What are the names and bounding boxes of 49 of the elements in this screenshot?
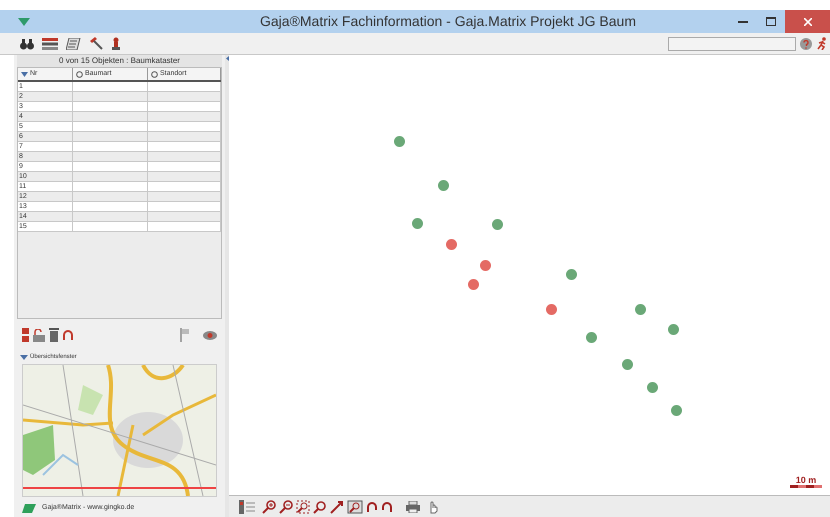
layers-icon[interactable]	[42, 38, 58, 50]
close-button[interactable]	[785, 10, 830, 33]
eye-icon[interactable]	[203, 330, 217, 340]
flag-icon[interactable]	[180, 328, 190, 342]
binoculars-icon[interactable]	[20, 38, 34, 50]
zoom-extent-icon[interactable]	[347, 500, 363, 514]
search-field[interactable]	[668, 36, 796, 50]
tree-point[interactable]	[586, 332, 596, 342]
collapse-arrow-icon[interactable]	[226, 56, 228, 61]
minimize-icon	[738, 20, 748, 22]
zoom-pan-icon[interactable]	[313, 500, 327, 514]
printer-icon[interactable]	[406, 500, 420, 512]
help-icon[interactable]	[800, 38, 812, 50]
tree-point[interactable]	[670, 404, 682, 416]
maximize-icon	[766, 17, 776, 26]
collapse-triangle-icon[interactable]	[20, 355, 28, 360]
notepad-icon[interactable]	[66, 38, 81, 50]
zoom-arrow-icon[interactable]	[330, 500, 344, 514]
tree-point[interactable]	[492, 218, 502, 230]
logo-icon	[22, 503, 36, 514]
close-icon	[804, 18, 812, 26]
scale-label: 10 m	[796, 475, 816, 485]
tree-point[interactable]	[480, 260, 490, 270]
tree-point[interactable]	[646, 382, 658, 392]
trash-icon[interactable]	[49, 328, 59, 342]
running-figure-icon[interactable]	[816, 37, 828, 50]
tree-point[interactable]	[668, 324, 678, 334]
hammer-icon[interactable]	[89, 37, 103, 50]
circle-icon	[151, 70, 158, 78]
tree-point[interactable]	[412, 218, 422, 228]
zoom-in-icon[interactable]	[262, 500, 276, 514]
sort-triangle-icon	[21, 70, 28, 78]
unlock-icon[interactable]	[32, 328, 46, 342]
circle-icon	[76, 70, 83, 78]
tree-point[interactable]	[622, 358, 632, 370]
scale-bar	[790, 485, 822, 488]
tree-point[interactable]	[546, 304, 556, 314]
tree-point[interactable]	[566, 268, 576, 280]
tree-point[interactable]	[438, 180, 448, 190]
tree-point[interactable]	[468, 278, 478, 290]
app-icon	[18, 18, 30, 26]
tree-point[interactable]	[446, 238, 456, 250]
window-title: Gaja®Matrix Fachinformation - Gaja.Matrix Projekt JG Baum	[260, 12, 636, 31]
zoom-out-icon[interactable]	[279, 500, 293, 514]
tree-point[interactable]	[634, 304, 646, 314]
tree-point[interactable]	[394, 136, 404, 146]
legend-icon[interactable]	[239, 500, 255, 514]
table-caption: 0 von 15 Objekten : Baumkataster	[17, 55, 222, 67]
zoom-box-icon[interactable]	[296, 500, 310, 514]
